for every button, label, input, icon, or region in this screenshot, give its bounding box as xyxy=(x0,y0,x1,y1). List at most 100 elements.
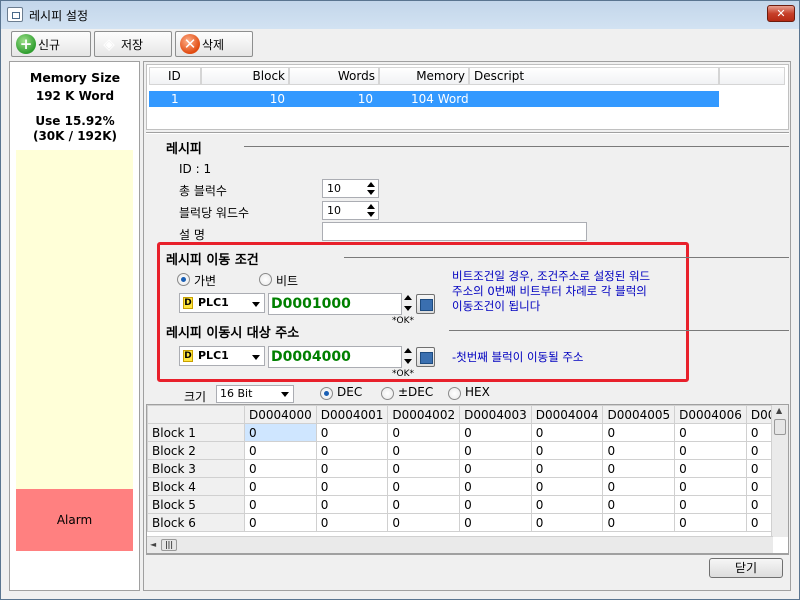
grid-cell[interactable]: 0 xyxy=(602,459,676,478)
grid-column-header[interactable]: D0004001 xyxy=(315,405,389,424)
grid-cell[interactable]: 0 xyxy=(674,423,747,442)
column-header-block[interactable]: Block xyxy=(201,67,289,85)
vertical-scroll-thumb[interactable] xyxy=(774,419,786,435)
grid-cell[interactable]: 0 xyxy=(387,477,461,496)
grid-vertical-scrollbar[interactable]: ▲ xyxy=(771,405,788,537)
total-blocks-spinner[interactable]: 10 xyxy=(322,179,379,198)
horizontal-scroll-thumb[interactable]: ||| xyxy=(161,539,177,551)
column-header-memory[interactable]: Memory xyxy=(379,67,469,85)
save-button[interactable]: ◈ 저장 xyxy=(94,31,172,57)
table-row: Block 300000000 xyxy=(147,459,788,478)
grid-cell[interactable]: 0 xyxy=(459,495,532,514)
close-window-button[interactable]: ✕ xyxy=(767,5,795,22)
grid-cell[interactable]: 0 xyxy=(315,423,389,442)
grid-column-header[interactable]: D0004004 xyxy=(530,405,604,424)
grid-column-header[interactable]: D0004006 xyxy=(674,405,747,424)
description-input[interactable] xyxy=(322,222,587,241)
grid-cell[interactable]: 0 xyxy=(530,423,604,442)
grid-cell[interactable]: 0 xyxy=(387,441,461,460)
grid-cell[interactable]: 0 xyxy=(244,423,317,442)
grid-cell[interactable]: 0 xyxy=(387,423,461,442)
column-header-words[interactable]: Words xyxy=(289,67,379,85)
grid-cell[interactable]: 0 xyxy=(674,459,747,478)
grid-cell[interactable]: 0 xyxy=(530,495,604,514)
column-header-id[interactable]: ID xyxy=(149,67,201,85)
grid-row-header[interactable]: Block 5 xyxy=(147,495,246,514)
words-per-block-spinner[interactable]: 10 xyxy=(322,201,379,220)
radio-variable[interactable] xyxy=(177,273,190,286)
grid-cell[interactable]: 0 xyxy=(674,477,747,496)
grid-row-header[interactable]: Block 1 xyxy=(147,423,246,442)
grid-cell[interactable]: 0 xyxy=(602,477,676,496)
condition-address-picker-button[interactable] xyxy=(416,294,435,314)
grid-cell[interactable]: 0 xyxy=(602,495,676,514)
grid-column-header[interactable]: D0004005 xyxy=(602,405,676,424)
target-plc-select[interactable]: D PLC1 xyxy=(179,346,265,366)
grid-cell[interactable]: 0 xyxy=(459,423,532,442)
grid-cell[interactable]: 0 xyxy=(315,441,389,460)
new-button[interactable]: + 신규 xyxy=(11,31,91,57)
grid-horizontal-scrollbar[interactable]: ◄ ||| xyxy=(147,536,773,553)
grid-header-row: D0004000 D0004001 D0004002 D0004003 D000… xyxy=(147,405,788,424)
grid-cell[interactable]: 0 xyxy=(244,441,317,460)
radio-hex[interactable] xyxy=(448,387,461,400)
spinner-arrows-icon[interactable] xyxy=(365,181,377,196)
column-header-descript[interactable]: Descript xyxy=(469,67,719,85)
grid-cell[interactable]: 0 xyxy=(459,441,532,460)
grid-cell[interactable]: 0 xyxy=(602,441,676,460)
scroll-up-icon[interactable]: ▲ xyxy=(776,406,782,415)
size-select[interactable]: 16 Bit xyxy=(216,385,294,403)
total-blocks-label: 총 블럭수 xyxy=(179,184,227,198)
grid-cell[interactable]: 0 xyxy=(387,513,461,532)
chevron-down-icon xyxy=(252,302,260,307)
grid-cell[interactable]: 0 xyxy=(387,459,461,478)
device-d-icon: D xyxy=(183,350,193,362)
radio-signed-dec-label: ±DEC xyxy=(398,385,434,399)
target-address-input[interactable]: D0004000 xyxy=(268,346,402,368)
radio-dec[interactable] xyxy=(320,387,333,400)
grid-row-header[interactable]: Block 3 xyxy=(147,459,246,478)
target-address-picker-button[interactable] xyxy=(416,347,435,367)
grid-row-header[interactable]: Block 2 xyxy=(147,441,246,460)
grid-cell[interactable]: 0 xyxy=(530,441,604,460)
grid-cell[interactable]: 0 xyxy=(674,441,747,460)
grid-cell[interactable]: 0 xyxy=(459,459,532,478)
close-button[interactable]: 닫기 xyxy=(709,558,783,578)
grid-cell[interactable]: 0 xyxy=(315,477,389,496)
grid-cell[interactable]: 0 xyxy=(244,513,317,532)
target-address-spinner[interactable] xyxy=(403,346,414,368)
grid-column-header[interactable]: D0004003 xyxy=(459,405,532,424)
grid-cell[interactable]: 0 xyxy=(315,495,389,514)
grid-cell[interactable]: 0 xyxy=(602,423,676,442)
grid-row-header[interactable]: Block 4 xyxy=(147,477,246,496)
grid-cell[interactable]: 0 xyxy=(459,477,532,496)
recipe-list-row-1[interactable]: 1 10 10 104 Word xyxy=(149,91,719,107)
grid-column-header[interactable]: D0004000 xyxy=(244,405,317,424)
grid-cell[interactable]: 0 xyxy=(602,513,676,532)
scroll-left-icon[interactable]: ◄ xyxy=(150,540,156,549)
grid-cell[interactable]: 0 xyxy=(459,513,532,532)
grid-row-header[interactable]: Block 6 xyxy=(147,513,246,532)
grid-cell[interactable]: 0 xyxy=(674,495,747,514)
radio-bit[interactable] xyxy=(259,273,272,286)
grid-cell[interactable]: 0 xyxy=(387,495,461,514)
grid-cell[interactable]: 0 xyxy=(244,459,317,478)
grid-cell[interactable]: 0 xyxy=(674,513,747,532)
condition-plc-select[interactable]: D PLC1 xyxy=(179,293,265,313)
grid-cell[interactable]: 0 xyxy=(315,513,389,532)
grid-cell[interactable]: 0 xyxy=(530,459,604,478)
grid-cell[interactable]: 0 xyxy=(530,513,604,532)
condition-address-spinner[interactable] xyxy=(403,293,414,315)
spinner-arrows-icon[interactable] xyxy=(365,203,377,218)
recipe-list-header: ID Block Words Memory Descript xyxy=(147,67,787,85)
condition-address-input[interactable]: D0001000 xyxy=(268,293,402,315)
grid-column-header[interactable]: D0004002 xyxy=(387,405,461,424)
delete-button[interactable]: ✕ 삭제 xyxy=(175,31,253,57)
grid-cell[interactable]: 0 xyxy=(315,459,389,478)
radio-signed-dec[interactable] xyxy=(381,387,394,400)
grid-cell[interactable]: 0 xyxy=(244,495,317,514)
alarm-indicator: Alarm xyxy=(16,489,133,551)
grid-cell[interactable]: 0 xyxy=(530,477,604,496)
grid-cell[interactable]: 0 xyxy=(244,477,317,496)
row-words: 10 xyxy=(357,92,373,106)
